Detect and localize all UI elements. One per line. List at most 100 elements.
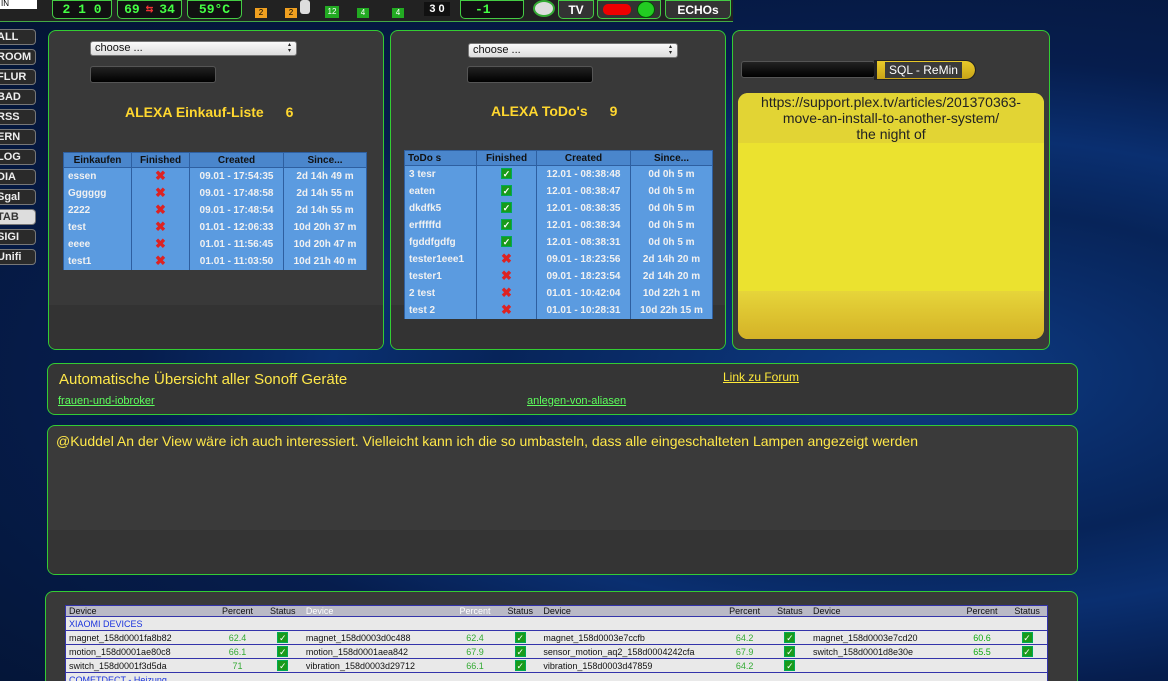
status-check-icon: ✓ [262,630,303,645]
col-header[interactable]: Since... [630,150,713,166]
check-icon[interactable]: ✓ [476,182,537,200]
sql-remin-button[interactable]: SQL - ReMin [874,60,976,80]
table-row[interactable]: 2 test ✖ 01.01 - 10:42:04 10d 22h 1 m [404,284,713,302]
todo-title-text: ALEXA ToDo's [491,103,588,119]
x-mark-icon[interactable]: ✖ [476,250,537,268]
sidebar-item-unifi[interactable]: Unifi [0,249,36,265]
check-icon[interactable]: ✓ [476,165,537,183]
einkauf-input[interactable] [90,66,216,83]
table-row[interactable]: 3 tesr ✓ 12.01 - 08:38:48 0d 0h 5 m [404,165,713,183]
arrows-icon: ⇆ [145,4,154,15]
col-header[interactable]: Einkaufen [63,152,132,168]
link-frauen-und-iobroker[interactable]: frauen-und-iobroker [58,395,155,407]
sidebar-item-sigi[interactable]: SIGI [0,229,36,245]
link-anlegen-von-aliasen[interactable]: anlegen-von-aliasen [527,395,626,407]
x-mark-icon[interactable]: ✖ [131,184,190,202]
x-mark-icon[interactable]: ✖ [131,252,190,270]
sidebar-item-sgal[interactable]: Sgal [0,189,36,205]
item-name: tester1 [404,267,477,285]
since-time: 0d 0h 5 m [630,182,713,200]
device-percent: 71 [212,658,263,673]
todo-title: ALEXA ToDo's 9 [491,103,617,119]
since-time: 10d 22h 1 m [630,284,713,302]
table-row[interactable]: test 2 ✖ 01.01 - 10:28:31 10d 22h 15 m [404,301,713,319]
created-time: 12.01 - 08:38:31 [536,233,631,251]
badge-2: 2 [285,8,297,18]
einkauf-select[interactable]: choose ... [90,41,297,56]
status-check-icon: ✓ [769,630,810,645]
x-mark-icon[interactable]: ✖ [131,167,190,185]
table-row[interactable]: dkdfk5 ✓ 12.01 - 08:38:35 0d 0h 5 m [404,199,713,217]
table-row[interactable]: eaten ✓ 12.01 - 08:38:47 0d 0h 5 m [404,182,713,200]
x-mark-icon[interactable]: ✖ [131,218,190,236]
table-row[interactable]: fgddfgdfg ✓ 12.01 - 08:38:31 0d 0h 5 m [404,233,713,251]
status-check-icon: ✓ [1007,644,1048,659]
device-percent: 66.1 [212,644,263,659]
check-icon[interactable]: ✓ [476,199,537,217]
device-name: vibration_158d0003d47859 [540,658,720,673]
forum-link[interactable]: Link zu Forum [723,370,799,384]
note-line: the night of [856,126,926,142]
echos-button[interactable]: ECHOs [665,0,731,19]
device-name: sensor_motion_aq2_158d0004242cfa [540,644,720,659]
col-header[interactable]: Created [189,152,284,168]
sidebar-item-room[interactable]: ROOM [0,49,36,65]
minus-display: -1 [460,0,524,19]
table-row[interactable]: test ✖ 01.01 - 12:06:33 10d 20h 37 m [63,218,367,236]
sidebar-item-all[interactable]: ALL [0,29,36,45]
col-header[interactable]: Since... [283,152,367,168]
todo-select[interactable]: choose ... [468,43,678,58]
item-name: 3 tesr [404,165,477,183]
sidebar-item-tab[interactable]: TAB [0,209,36,225]
table-row[interactable]: eeee ✖ 01.01 - 11:56:45 10d 20h 47 m [63,235,367,253]
table-row[interactable]: tester1eee1 ✖ 09.01 - 18:23:56 2d 14h 20 m [404,250,713,268]
x-mark-icon[interactable]: ✖ [131,235,190,253]
device-percent: 62.4 [212,630,263,645]
plant-icon[interactable] [533,0,555,17]
top-left-field[interactable]: IN [0,0,37,9]
record-button[interactable] [597,0,661,19]
einkauf-count: 6 [285,104,294,120]
device-name [809,658,957,673]
sonoff-title: Automatische Übersicht aller Sonoff Gerä… [59,371,348,388]
device-percent [956,658,1008,673]
sticky-note[interactable]: https://support.plex.tv/articles/2013703… [738,93,1044,339]
sidebar-item-dia[interactable]: DIA [0,169,36,185]
todo-input[interactable] [467,66,593,83]
table-row[interactable]: test1 ✖ 01.01 - 11:03:50 10d 21h 40 m [63,252,367,270]
x-mark-icon[interactable]: ✖ [476,301,537,319]
tv-button[interactable]: TV [558,0,594,19]
table-row[interactable]: essen ✖ 09.01 - 17:54:35 2d 14h 49 m [63,167,367,185]
col-header[interactable]: Finished [476,150,537,166]
note-line: move-an-install-to-another-system/ [782,110,1000,126]
device-col-header: Percent [956,605,1008,617]
device-col-header: Device [302,605,450,617]
x-mark-icon[interactable]: ✖ [131,201,190,219]
sidebar-item-flur[interactable]: FLUR [0,69,36,85]
x-mark-icon[interactable]: ✖ [476,267,537,285]
badge-4: 4 [357,8,369,18]
sql-input[interactable] [741,61,875,78]
table-row[interactable]: erfffffd ✓ 12.01 - 08:38:34 0d 0h 5 m [404,216,713,234]
device-col-header: Device [65,605,213,617]
record-icon [603,4,631,15]
sidebar-item-log[interactable]: LOG [0,149,36,165]
bulb-icon[interactable] [300,0,310,14]
status-check-icon: ✓ [262,644,303,659]
check-icon[interactable]: ✓ [476,233,537,251]
sidebar-item-rss[interactable]: RSS [0,109,36,125]
temperature-display: 59°C [187,0,242,19]
table-row[interactable]: Gggggg ✖ 09.01 - 17:48:58 2d 14h 55 m [63,184,367,202]
sidebar-item-ern[interactable]: ERN [0,129,36,145]
table-row[interactable]: tester1 ✖ 09.01 - 18:23:54 2d 14h 20 m [404,267,713,285]
col-header[interactable]: Created [536,150,631,166]
created-time: 12.01 - 08:38:47 [536,182,631,200]
check-icon[interactable]: ✓ [476,216,537,234]
status-check-icon: ✓ [500,658,541,673]
table-row[interactable]: 2222 ✖ 09.01 - 17:48:54 2d 14h 55 m [63,201,367,219]
x-mark-icon[interactable]: ✖ [476,284,537,302]
col-header[interactable]: Finished [131,152,190,168]
sidebar-item-bad[interactable]: BAD [0,89,36,105]
col-header[interactable]: ToDo s [404,150,477,166]
item-name: eeee [63,235,132,253]
